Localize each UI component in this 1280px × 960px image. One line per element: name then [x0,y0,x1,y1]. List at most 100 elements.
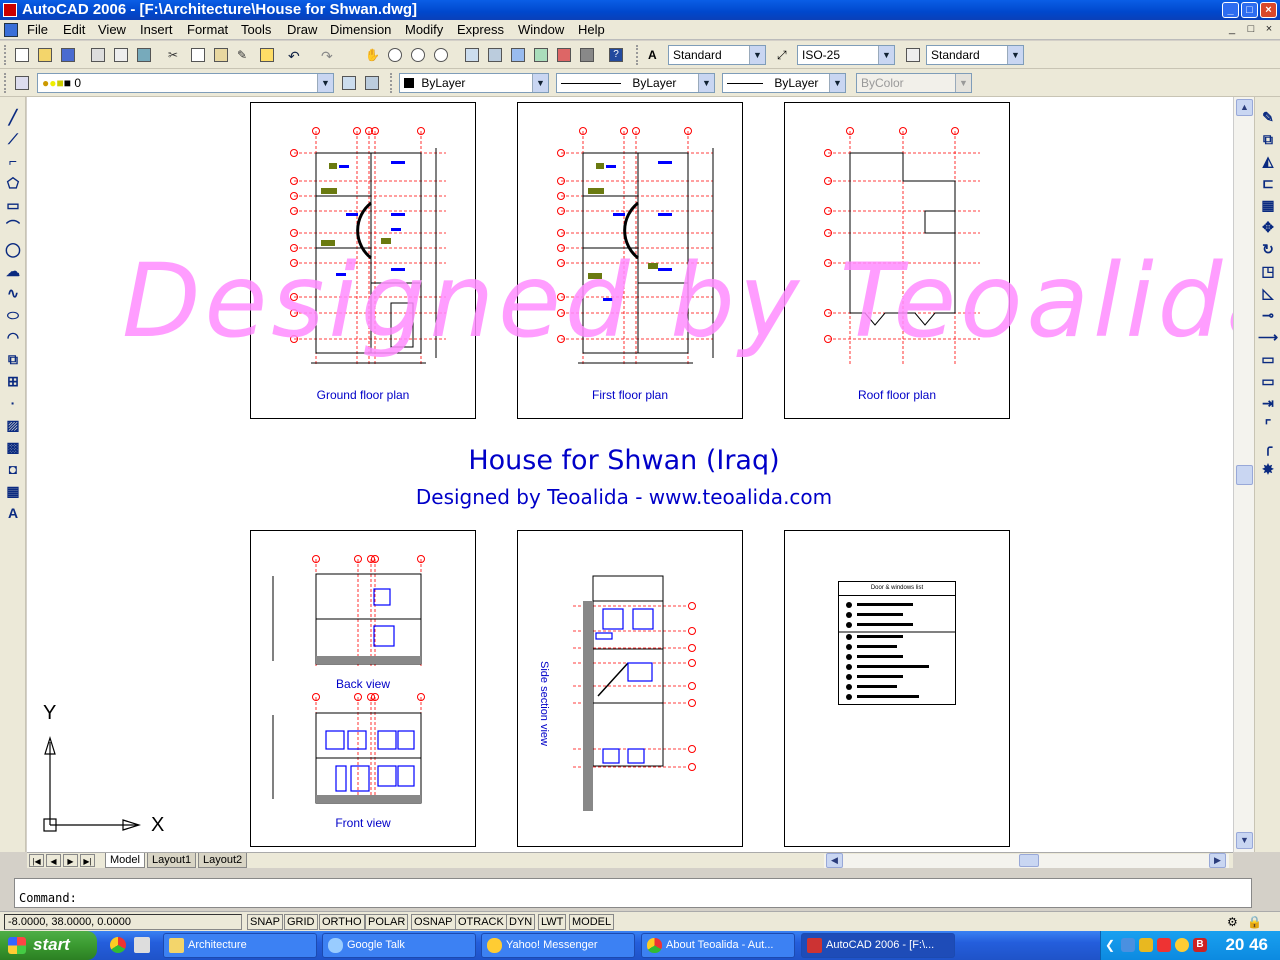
doc-minimize-button[interactable]: _ [1224,23,1240,37]
rectangle-icon[interactable]: ▭ [3,195,23,215]
close-button[interactable]: × [1260,2,1277,18]
polar-toggle[interactable]: POLAR [365,914,409,930]
copy-icon[interactable] [188,45,208,65]
dim-style-icon[interactable]: ⤢ [774,45,794,65]
array-icon[interactable]: ▦ [1258,195,1278,215]
block-editor-icon[interactable] [257,45,277,65]
tab-first-icon[interactable]: |◀ [29,854,44,867]
network-icon[interactable] [1121,938,1135,952]
vertical-scrollbar[interactable]: ▲ ▼ [1233,97,1254,852]
osnap-toggle[interactable]: OSNAP [411,914,456,930]
erase-icon[interactable]: ✎ [1258,107,1278,127]
menu-insert[interactable]: Insert [140,22,173,37]
table-style-select[interactable]: Standard ▼ [926,45,1024,65]
yahoo-tray-icon[interactable] [1175,938,1189,952]
menu-format[interactable]: Format [187,22,228,37]
document-icon[interactable] [4,23,18,37]
chamfer-icon[interactable]: ⌜ [1258,415,1278,435]
mirror-icon[interactable]: ◭ [1258,151,1278,171]
sheet-legend[interactable]: Door & windows list [784,530,1010,847]
make-block-icon[interactable]: ⊞ [3,371,23,391]
linetype-select[interactable]: ByLayer ▼ [556,73,715,93]
menu-help[interactable]: Help [578,22,605,37]
communication-center-icon[interactable]: ⚙ [1224,912,1244,932]
undo-icon[interactable]: ↶ [285,45,305,65]
menu-express[interactable]: Express [457,22,504,37]
model-toggle[interactable]: MODEL [569,914,615,930]
open-file-icon[interactable] [35,45,55,65]
lock-icon[interactable]: 🔒 [1244,912,1264,932]
toolbar-grip[interactable] [4,45,7,65]
text-style-select[interactable]: Standard ▼ [668,45,766,65]
lwt-toggle[interactable]: LWT [538,914,567,930]
plot-icon[interactable] [88,45,108,65]
hatch-icon[interactable]: ▨ [3,415,23,435]
stretch-icon[interactable]: ◺ [1258,283,1278,303]
menu-window[interactable]: Window [518,22,564,37]
ellipse-icon[interactable]: ⬭ [3,305,23,325]
multiline-text-icon[interactable]: A [3,503,23,523]
trim-icon[interactable]: ⊸ [1258,305,1278,325]
zoom-realtime-icon[interactable] [385,45,405,65]
redo-icon[interactable]: ↷ [318,45,338,65]
scroll-up-icon[interactable]: ▲ [1236,99,1253,116]
pan-icon[interactable]: ✋ [362,45,382,65]
text-style-icon[interactable]: A [645,45,665,65]
fillet-icon[interactable]: ╭ [1258,437,1278,457]
doc-close-button[interactable]: × [1261,23,1277,37]
spline-icon[interactable]: ∿ [3,283,23,303]
save-icon[interactable] [58,45,78,65]
new-file-icon[interactable] [12,45,32,65]
task-yahoo-messenger[interactable]: Yahoo! Messenger [481,933,635,958]
line-icon[interactable]: ╱ [3,107,23,127]
autocad-app-icon[interactable] [3,3,17,17]
sheet-elevations[interactable]: Back view Front view [250,530,476,847]
design-center-icon[interactable] [485,45,505,65]
otrack-toggle[interactable]: OTRACK [455,914,507,930]
markup-icon[interactable] [554,45,574,65]
scroll-left-icon[interactable]: ◀ [826,853,843,868]
tray-expand-icon[interactable]: ❮ [1105,938,1115,952]
b-tray-icon[interactable]: B [1193,938,1207,952]
task-autocad[interactable]: AutoCAD 2006 - [F:\... [801,933,955,958]
layer-previous-icon[interactable] [362,73,382,93]
layer-manager-icon[interactable] [12,73,32,93]
match-properties-icon[interactable]: ✎ [234,45,254,65]
menu-tools[interactable]: Tools [241,22,271,37]
polyline-icon[interactable]: ⌐ [3,151,23,171]
join-icon[interactable]: ⇥ [1258,393,1278,413]
antivirus-icon[interactable] [1157,938,1171,952]
table-icon[interactable]: ▦ [3,481,23,501]
task-architecture[interactable]: Architecture [163,933,317,958]
gradient-icon[interactable]: ▩ [3,437,23,457]
command-line[interactable]: Command: [14,878,1252,908]
tool-palettes-icon[interactable] [508,45,528,65]
construction-line-icon[interactable]: ⟋ [3,129,23,149]
horizontal-scrollbar[interactable]: ◀ ▶ [824,853,1229,868]
toolbar-grip[interactable] [4,73,7,93]
task-google-talk[interactable]: Google Talk [322,933,476,958]
menu-view[interactable]: View [98,22,126,37]
drawing-area[interactable]: Ground floor plan First floor plan Roof … [27,97,1233,852]
tab-next-icon[interactable]: ▶ [63,854,78,867]
zoom-previous-icon[interactable] [431,45,451,65]
ortho-toggle[interactable]: ORTHO [319,914,365,930]
horizontal-scroll-thumb[interactable] [1019,854,1039,867]
snap-toggle[interactable]: SNAP [247,914,283,930]
make-layer-current-icon[interactable] [339,73,359,93]
dim-style-select[interactable]: ISO-25 ▼ [797,45,895,65]
help-icon[interactable]: ? [606,45,626,65]
minimize-button[interactable]: _ [1222,2,1239,18]
menu-dimension[interactable]: Dimension [330,22,391,37]
ellipse-arc-icon[interactable]: ◠ [3,327,23,347]
menu-edit[interactable]: Edit [63,22,85,37]
sheet-set-icon[interactable] [531,45,551,65]
break-icon[interactable]: ▭ [1258,371,1278,391]
table-style-icon[interactable] [903,45,923,65]
grid-toggle[interactable]: GRID [284,914,318,930]
show-desktop-icon[interactable] [134,937,150,953]
polygon-icon[interactable]: ⬠ [3,173,23,193]
plot-preview-icon[interactable] [111,45,131,65]
scroll-right-icon[interactable]: ▶ [1209,853,1226,868]
arc-icon[interactable]: ⌒ [3,217,23,237]
